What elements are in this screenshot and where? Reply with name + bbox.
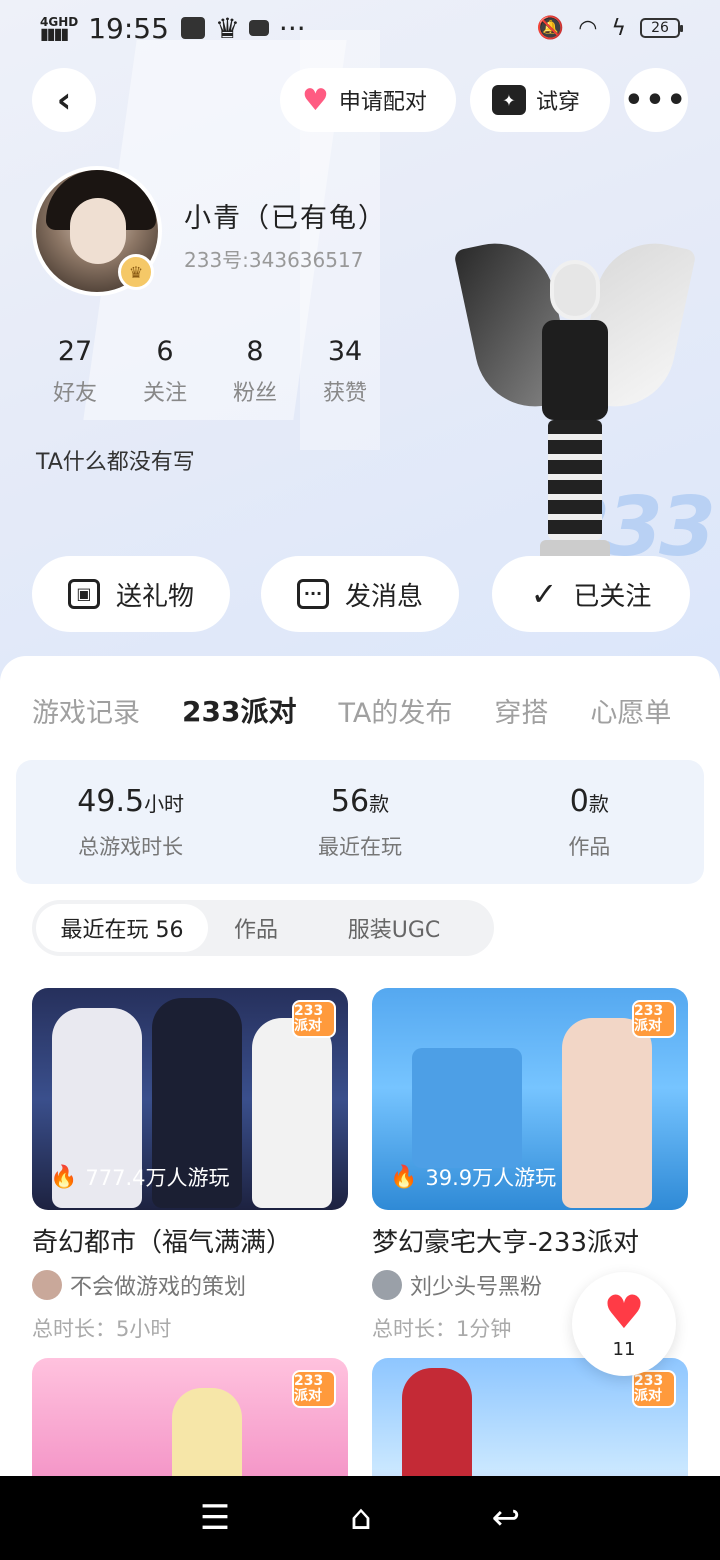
- like-button[interactable]: ♥ 11: [572, 1272, 676, 1376]
- crown-icon: ♛: [214, 11, 241, 45]
- avatar-3d-character[interactable]: [453, 230, 697, 562]
- game-thumbnail[interactable]: 233派对 🔥 777.4万人游玩: [32, 988, 348, 1210]
- message-icon: ···: [296, 579, 329, 609]
- system-nav-bar: ☰ ⌂ ↩: [0, 1476, 720, 1560]
- more-dots-icon: •••: [624, 82, 688, 118]
- apply-pair-label: 申请配对: [338, 90, 427, 115]
- back-nav-icon[interactable]: ↩: [492, 1498, 521, 1538]
- flame-icon: 🔥: [50, 1164, 78, 1190]
- stat-following[interactable]: 6 关注: [120, 336, 210, 407]
- game-thumbnail[interactable]: 233派对 🔥 39.9万人游玩: [372, 988, 688, 1210]
- party-233-badge: 233派对: [292, 1370, 336, 1408]
- subtab-outfit-ugc[interactable]: 服装UGC: [304, 904, 484, 952]
- back-button[interactable]: ‹: [32, 68, 96, 132]
- apply-pair-button[interactable]: ♥ 申请配对: [280, 68, 456, 132]
- summary-total-time: 49.5小时 总游戏时长: [77, 783, 185, 859]
- send-message-label: 发消息: [344, 581, 423, 612]
- play-count: 🔥 777.4万人游玩: [50, 1164, 230, 1191]
- party-233-badge: 233派对: [292, 1000, 336, 1038]
- author-avatar: [32, 1270, 62, 1300]
- mute-icon: 🔕: [536, 15, 565, 41]
- check-icon: ✓: [530, 575, 558, 613]
- gift-icon: ▣: [67, 579, 100, 609]
- summary-works: 0款 作品: [568, 783, 611, 859]
- tab-outfits[interactable]: 穿搭: [494, 691, 548, 730]
- heart-icon: ♥: [302, 82, 329, 118]
- user-bio: TA什么都没有写: [36, 450, 195, 475]
- game-card[interactable]: 233派对 🔥 777.4万人游玩 奇幻都市（福气满满） 不会做游戏的策划 总时…: [32, 988, 348, 1343]
- game-author[interactable]: 不会做游戏的策划: [32, 1269, 348, 1301]
- subtab-recent[interactable]: 最近在玩 56: [36, 904, 208, 952]
- tab-233-party[interactable]: 233派对: [182, 690, 296, 730]
- tab-posts[interactable]: TA的发布: [338, 691, 452, 730]
- more-button[interactable]: •••: [624, 68, 688, 132]
- send-gift-label: 送礼物: [115, 581, 194, 612]
- play-summary: 49.5小时 总游戏时长 56款 最近在玩 0款 作品: [16, 760, 704, 884]
- shirt-icon: ✦: [492, 85, 526, 115]
- menu-icon[interactable]: ☰: [200, 1498, 230, 1538]
- summary-recent-games: 56款 最近在玩: [317, 783, 402, 859]
- heart-icon: ♥: [603, 1284, 645, 1339]
- stat-followers[interactable]: 8 粉丝: [210, 336, 300, 407]
- profile-tabs: 游戏记录 233派对 TA的发布 穿搭 心愿单: [0, 680, 720, 740]
- send-gift-button[interactable]: ▣ 送礼物: [32, 556, 230, 632]
- play-duration: 总时长：5小时: [32, 1317, 172, 1341]
- followed-label: 已关注: [573, 581, 652, 612]
- charging-icon: ϟ: [611, 15, 626, 41]
- stat-likes[interactable]: 34 获赞: [300, 336, 390, 407]
- tab-game-history[interactable]: 游戏记录: [32, 691, 140, 730]
- party-233-badge: 233派对: [632, 1000, 676, 1038]
- clock: 19:55: [88, 11, 169, 45]
- try-on-button[interactable]: ✦ 试穿: [470, 68, 610, 132]
- tab-wishlist[interactable]: 心愿单: [590, 691, 671, 730]
- party-233-badge: 233派对: [632, 1370, 676, 1408]
- home-icon[interactable]: ⌂: [350, 1498, 372, 1538]
- vip-crown-badge: ♛: [118, 254, 154, 290]
- followed-button[interactable]: ✓ 已关注: [492, 556, 690, 632]
- stat-friends[interactable]: 27 好友: [30, 336, 120, 407]
- like-count: 11: [612, 1338, 636, 1360]
- flame-icon: 🔥: [390, 1164, 418, 1190]
- status-bar: 4GHD ▮▮▮▮ 19:55 ♛ ··· 🔕 ◠ ϟ 26: [0, 0, 720, 56]
- user-name: 小青（已有龟）: [184, 203, 387, 234]
- profile-stats: 27 好友 6 关注 8 粉丝 34 获赞: [30, 336, 390, 407]
- sub-tabs: 最近在玩 56 作品 服装UGC: [32, 900, 494, 956]
- game-title: 梦幻豪宅大亨-233派对: [372, 1228, 640, 1258]
- user-id: 233号:343636517: [184, 248, 364, 272]
- more-status-icon: ···: [278, 11, 306, 45]
- network-indicator: 4GHD ▮▮▮▮: [40, 14, 79, 43]
- video-icon: [248, 20, 269, 36]
- battery-icon: 26: [640, 18, 683, 38]
- wifi-icon: ◠: [578, 15, 598, 41]
- vivo-app-icon: [180, 17, 205, 39]
- play-count: 🔥 39.9万人游玩: [390, 1164, 557, 1191]
- send-message-button[interactable]: ··· 发消息: [261, 556, 459, 632]
- game-title: 奇幻都市（福气满满）: [32, 1228, 293, 1258]
- author-avatar: [372, 1270, 402, 1300]
- chevron-left-icon: ‹: [56, 79, 72, 121]
- try-on-label: 试穿: [536, 90, 581, 115]
- subtab-works[interactable]: 作品: [208, 904, 304, 952]
